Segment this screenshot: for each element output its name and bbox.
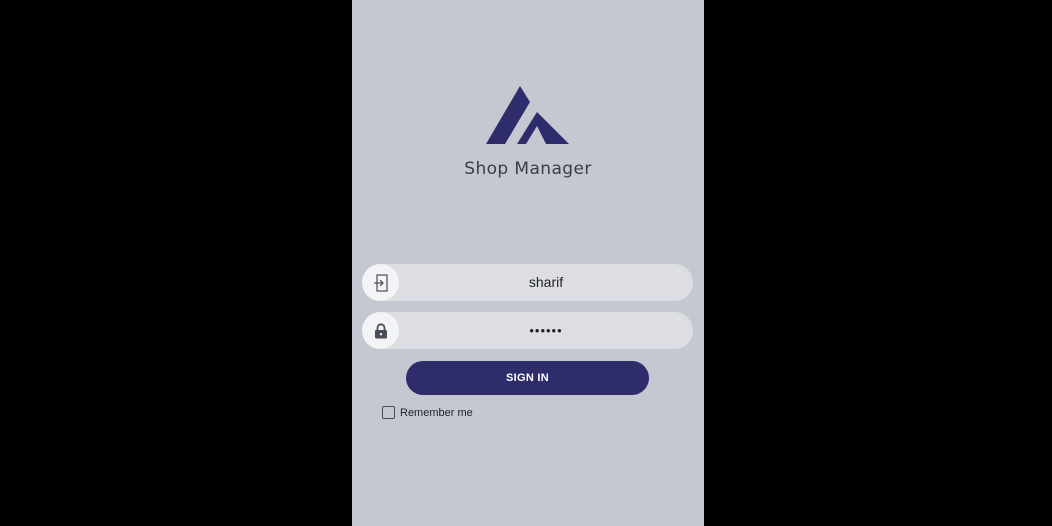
lock-icon <box>362 312 399 349</box>
login-enter-icon <box>362 264 399 301</box>
remember-me-label: Remember me <box>400 406 473 419</box>
username-field[interactable] <box>362 264 693 301</box>
screen: Shop Manager •••••• SIGN IN Remember me <box>0 0 1052 526</box>
app-window <box>352 0 704 526</box>
remember-me-checkbox[interactable] <box>382 406 395 419</box>
password-field[interactable]: •••••• <box>362 312 693 349</box>
sign-in-button[interactable]: SIGN IN <box>406 361 649 395</box>
mountain-logo-icon <box>486 85 570 145</box>
password-input[interactable]: •••••• <box>399 312 693 349</box>
username-input[interactable] <box>399 264 693 301</box>
remember-me[interactable]: Remember me <box>382 405 473 420</box>
app-title: Shop Manager <box>464 159 592 179</box>
